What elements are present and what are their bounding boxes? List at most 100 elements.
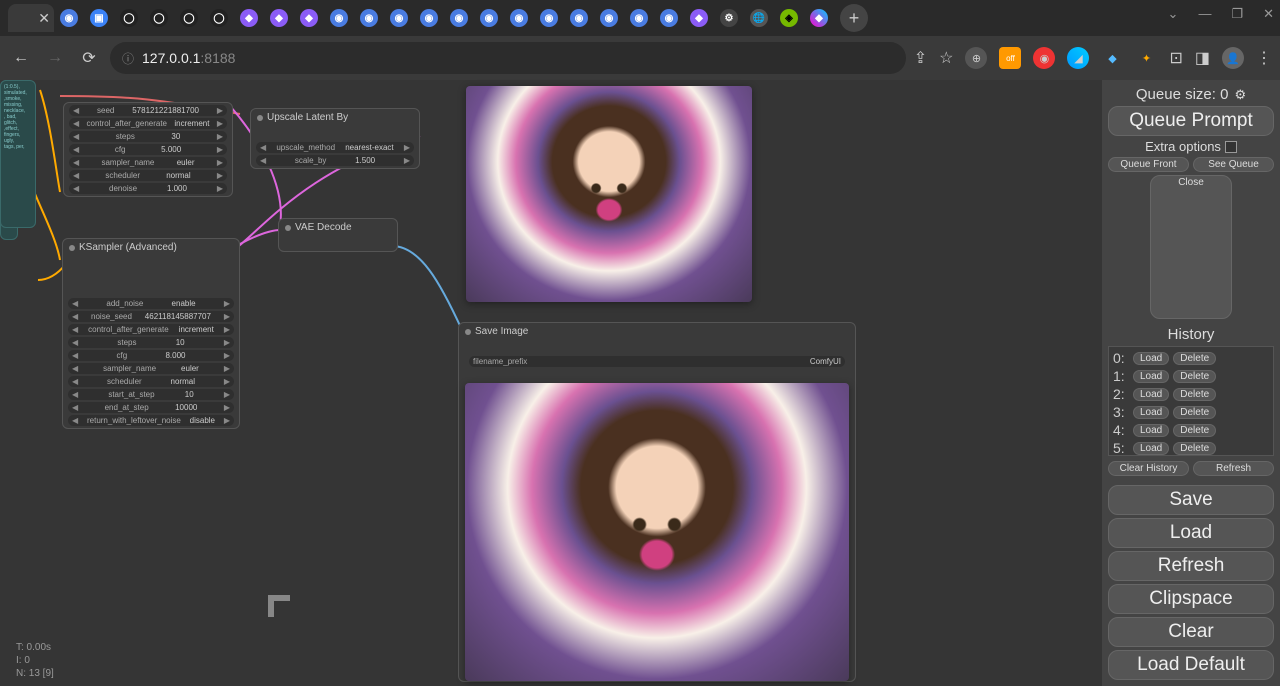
load-button[interactable]: Load [1108, 518, 1274, 548]
close-window-icon[interactable]: ✕ [1263, 6, 1274, 22]
history-delete-button[interactable]: Delete [1173, 442, 1216, 455]
history-delete-button[interactable]: Delete [1173, 388, 1216, 401]
node-ksampler-advanced[interactable]: KSampler (Advanced) ◀add_noiseenable▶◀no… [62, 238, 240, 429]
forward-button[interactable]: → [42, 45, 68, 71]
tab-item[interactable]: 🌐 [744, 4, 774, 32]
reload-button[interactable]: ⟳ [76, 45, 102, 71]
chevron-down-icon[interactable]: ⌄ [1168, 6, 1179, 22]
tab-item[interactable]: ◆ [804, 4, 834, 32]
gear-icon[interactable]: ⚙ [1234, 87, 1246, 103]
history-load-button[interactable]: Load [1133, 406, 1169, 419]
tab-item[interactable]: ◉ [414, 4, 444, 32]
tab-item[interactable]: ◉ [624, 4, 654, 32]
menu-icon[interactable]: ⋮ [1256, 48, 1272, 68]
node-widget[interactable]: ◀denoise1.000▶ [69, 183, 227, 194]
node-widget[interactable]: ◀schedulernormal▶ [69, 170, 227, 181]
queue-front-button[interactable]: Queue Front [1108, 157, 1189, 172]
star-icon[interactable]: ☆ [939, 48, 953, 68]
tab-item[interactable]: ◯ [144, 4, 174, 32]
image-preview-large[interactable] [465, 383, 849, 681]
queue-prompt-button[interactable]: Queue Prompt [1108, 106, 1274, 136]
profile-icon[interactable]: 👤 [1222, 47, 1244, 69]
node-widget[interactable]: ◀control_after_generateincrement▶ [68, 324, 234, 335]
history-delete-button[interactable]: Delete [1173, 406, 1216, 419]
node-widget[interactable]: ◀control_after_generateincrement▶ [69, 118, 227, 129]
refresh-button[interactable]: Refresh [1108, 551, 1274, 581]
tab-item[interactable]: ◉ [564, 4, 594, 32]
extension-icon[interactable]: ◆ [1101, 47, 1123, 69]
node-widget[interactable]: ◀steps10▶ [68, 337, 234, 348]
history-delete-button[interactable]: Delete [1173, 424, 1216, 437]
tab-item[interactable]: ◯ [204, 4, 234, 32]
node-save-image[interactable]: Save Image filename_prefixComfyUI [458, 322, 856, 682]
load-default-button[interactable]: Load Default [1108, 650, 1274, 680]
history-delete-button[interactable]: Delete [1173, 370, 1216, 383]
node-canvas[interactable]: smiling, (0), RAW, soft full, blurred re… [0, 80, 1090, 686]
extension-icon[interactable]: ◉ [1033, 47, 1055, 69]
node-widget[interactable]: ◀end_at_step10000▶ [68, 402, 234, 413]
node-widget[interactable]: ◀add_noiseenable▶ [68, 298, 234, 309]
node-vae-decode[interactable]: VAE Decode [278, 218, 398, 252]
history-delete-button[interactable]: Delete [1173, 352, 1216, 365]
node-widget[interactable]: ◀steps30▶ [69, 131, 227, 142]
node-widget[interactable]: ◀seed578121221881700▶ [69, 105, 227, 116]
tab-item[interactable]: ◉ [654, 4, 684, 32]
sidepanel-icon[interactable]: ◨ [1195, 48, 1210, 68]
extensions-icon[interactable]: ⊡ [1169, 48, 1182, 68]
image-preview[interactable] [466, 86, 752, 302]
back-button[interactable]: ← [8, 45, 34, 71]
extension-icon[interactable]: ◢ [1067, 47, 1089, 69]
history-load-button[interactable]: Load [1133, 370, 1169, 383]
share-icon[interactable]: ⇪ [914, 48, 927, 68]
node-widget[interactable]: ◀noise_seed462118145887707▶ [68, 311, 234, 322]
tab-item[interactable]: ◉ [444, 4, 474, 32]
extension-icon[interactable]: off [999, 47, 1021, 69]
extension-icon[interactable]: ✦ [1135, 47, 1157, 69]
tab-item[interactable]: ◉ [534, 4, 564, 32]
tab-item[interactable]: ◉ [354, 4, 384, 32]
close-button[interactable]: Close [1150, 175, 1232, 319]
tab-item[interactable]: ◉ [324, 4, 354, 32]
history-list[interactable]: 0: Load Delete1: Load Delete2: Load Dele… [1108, 346, 1274, 456]
clipspace-button[interactable]: Clipspace [1108, 584, 1274, 614]
tab-item[interactable]: ⚙ [714, 4, 744, 32]
tab-item[interactable]: ◯ [174, 4, 204, 32]
tab-item[interactable]: ◉ [504, 4, 534, 32]
node-widget[interactable]: ◀sampler_nameeuler▶ [69, 157, 227, 168]
tab-item[interactable]: ◆ [684, 4, 714, 32]
clear-history-button[interactable]: Clear History [1108, 461, 1189, 476]
node-ksampler[interactable]: ◀seed578121221881700▶ ◀control_after_gene… [63, 102, 233, 197]
history-load-button[interactable]: Load [1133, 388, 1169, 401]
text-node[interactable]: (1:0.5), simulated, ,smoke, missing, nec… [0, 80, 36, 228]
node-widget[interactable]: ◀cfg5.000▶ [69, 144, 227, 155]
refresh-history-button[interactable]: Refresh [1193, 461, 1274, 476]
tab-item[interactable]: ◆ [264, 4, 294, 32]
node-widget[interactable]: ◀start_at_step10▶ [68, 389, 234, 400]
node-upscale-latent[interactable]: Upscale Latent By ◀upscale_methodnearest… [250, 108, 420, 169]
resize-handle-icon[interactable] [268, 595, 290, 617]
history-load-button[interactable]: Load [1133, 352, 1169, 365]
tab-item[interactable]: ◉ [474, 4, 504, 32]
tab-item[interactable]: ◉ [594, 4, 624, 32]
node-widget[interactable]: ◀cfg8.000▶ [68, 350, 234, 361]
new-tab-button[interactable]: + [840, 4, 868, 32]
minimize-icon[interactable]: — [1198, 6, 1211, 22]
tab-item[interactable]: ◉ [54, 4, 84, 32]
close-tab-icon[interactable]: ✕ [38, 10, 50, 27]
tab-item[interactable]: ◆ [294, 4, 324, 32]
tab-item[interactable]: ▣ [84, 4, 114, 32]
node-widget[interactable]: ◀sampler_nameeuler▶ [68, 363, 234, 374]
save-button[interactable]: Save [1108, 485, 1274, 515]
tab-active[interactable]: ✕ [8, 4, 54, 32]
maximize-icon[interactable]: ❐ [1231, 6, 1243, 22]
extension-icon[interactable]: ⊕ [965, 47, 987, 69]
node-widget[interactable]: ◀schedulernormal▶ [68, 376, 234, 387]
clear-button[interactable]: Clear [1108, 617, 1274, 647]
extra-options-toggle[interactable]: Extra options [1108, 139, 1274, 154]
node-widget[interactable]: ◀return_with_leftover_noisedisable▶ [68, 415, 234, 426]
history-load-button[interactable]: Load [1133, 424, 1169, 437]
checkbox-icon[interactable] [1225, 141, 1237, 153]
see-queue-button[interactable]: See Queue [1193, 157, 1274, 172]
address-bar[interactable]: ⓘ 127.0.0.1:8188 [110, 42, 906, 74]
tab-item[interactable]: ◈ [774, 4, 804, 32]
